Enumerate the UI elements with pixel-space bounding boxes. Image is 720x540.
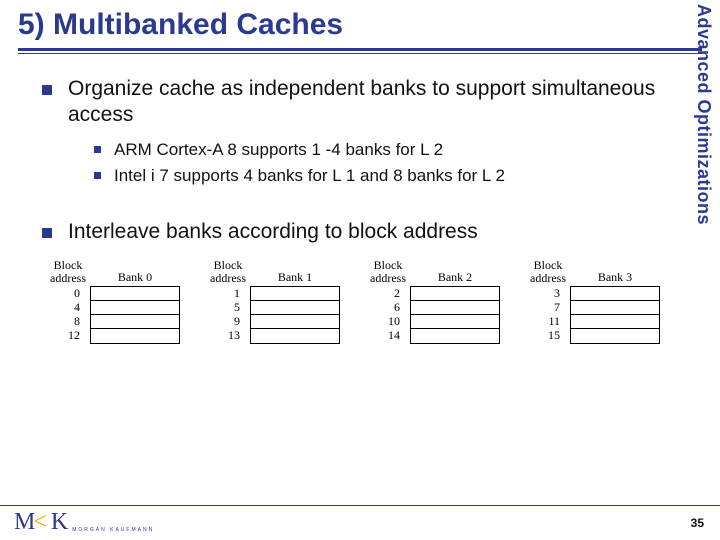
bank-box — [570, 286, 660, 344]
address-value: 15 — [548, 328, 560, 342]
bank-label: Bank 0 — [118, 259, 152, 284]
address-column: Blockaddress371115 — [530, 259, 566, 342]
address-value: 6 — [394, 300, 400, 314]
bank-group: Blockaddress371115Bank 3 — [530, 259, 660, 344]
address-header: Blockaddress — [370, 259, 406, 284]
bank-row — [91, 315, 179, 329]
address-list: 04812 — [56, 286, 80, 342]
address-column: Blockaddress261014 — [370, 259, 406, 342]
address-value: 12 — [68, 328, 80, 342]
bullet-1-text: Organize cache as independent banks to s… — [68, 77, 655, 126]
section-label: Advanced Optimizations — [693, 4, 714, 225]
address-header: Blockaddress — [50, 259, 86, 284]
bank-group: Blockaddress04812Bank 0 — [50, 259, 180, 344]
address-value: 10 — [388, 314, 400, 328]
sub-bullet-2: Intel i 7 supports 4 banks for L 1 and 8… — [92, 165, 670, 187]
address-value: 13 — [228, 328, 240, 342]
address-value: 14 — [388, 328, 400, 342]
address-list: 261014 — [376, 286, 400, 342]
bank-label: Bank 3 — [598, 259, 632, 284]
page-number: 35 — [691, 516, 704, 530]
bank-box — [90, 286, 180, 344]
slide-title: 5) Multibanked Caches — [18, 8, 702, 46]
bank-row — [571, 329, 659, 343]
sub-bullet-list: ARM Cortex-A 8 supports 1 -4 banks for L… — [92, 139, 670, 187]
bank-row — [411, 301, 499, 315]
bank-label: Bank 2 — [438, 259, 472, 284]
bank-column: Bank 0 — [90, 259, 180, 344]
address-header: Blockaddress — [210, 259, 246, 284]
bullet-list: Organize cache as independent banks to s… — [40, 76, 670, 187]
sub-bullet-1: ARM Cortex-A 8 supports 1 -4 banks for L… — [92, 139, 670, 161]
publisher-logo: M < K MORGAN KAUFMANN — [14, 509, 154, 536]
bullet-1: Organize cache as independent banks to s… — [40, 76, 670, 187]
bank-row — [251, 301, 339, 315]
logo-subtext: MORGAN KAUFMANN — [72, 527, 154, 533]
address-value: 7 — [554, 300, 560, 314]
address-value: 9 — [234, 314, 240, 328]
bullet-2: Interleave banks according to block addr… — [40, 219, 670, 245]
footer-rule — [0, 505, 720, 506]
bank-row — [571, 301, 659, 315]
address-column: Blockaddress04812 — [50, 259, 86, 342]
logo-angle-icon: < — [33, 509, 47, 536]
address-list: 371115 — [536, 286, 560, 342]
bank-row — [251, 315, 339, 329]
bank-diagram: Blockaddress04812Bank 0Blockaddress15913… — [50, 259, 660, 344]
bank-column: Bank 1 — [250, 259, 340, 344]
bank-row — [571, 287, 659, 301]
bank-row — [571, 315, 659, 329]
address-value: 5 — [234, 300, 240, 314]
bullet-list-2: Interleave banks according to block addr… — [40, 219, 670, 245]
address-value: 4 — [74, 300, 80, 314]
logo-m: M — [14, 509, 33, 536]
title-rule-thin — [18, 53, 702, 54]
bank-row — [91, 301, 179, 315]
address-column: Blockaddress15913 — [210, 259, 246, 342]
bank-row — [411, 315, 499, 329]
address-header: Blockaddress — [530, 259, 566, 284]
bank-group: Blockaddress15913Bank 1 — [210, 259, 340, 344]
address-value: 8 — [74, 314, 80, 328]
title-area: 5) Multibanked Caches — [0, 0, 720, 54]
bank-label: Bank 1 — [278, 259, 312, 284]
address-value: 2 — [394, 286, 400, 300]
logo-k: K — [51, 509, 66, 536]
bank-row — [91, 287, 179, 301]
bank-row — [91, 329, 179, 343]
address-value: 3 — [554, 286, 560, 300]
spacer — [40, 201, 670, 219]
bank-box — [250, 286, 340, 344]
address-value: 0 — [74, 286, 80, 300]
bank-group: Blockaddress261014Bank 2 — [370, 259, 500, 344]
bank-row — [411, 287, 499, 301]
address-list: 15913 — [216, 286, 240, 342]
bank-column: Bank 2 — [410, 259, 500, 344]
address-value: 11 — [548, 314, 560, 328]
content-area: Organize cache as independent banks to s… — [0, 56, 720, 344]
bank-row — [251, 287, 339, 301]
bank-column: Bank 3 — [570, 259, 660, 344]
bank-box — [410, 286, 500, 344]
address-value: 1 — [234, 286, 240, 300]
bank-row — [251, 329, 339, 343]
bank-row — [411, 329, 499, 343]
title-rule-thick — [18, 48, 702, 51]
